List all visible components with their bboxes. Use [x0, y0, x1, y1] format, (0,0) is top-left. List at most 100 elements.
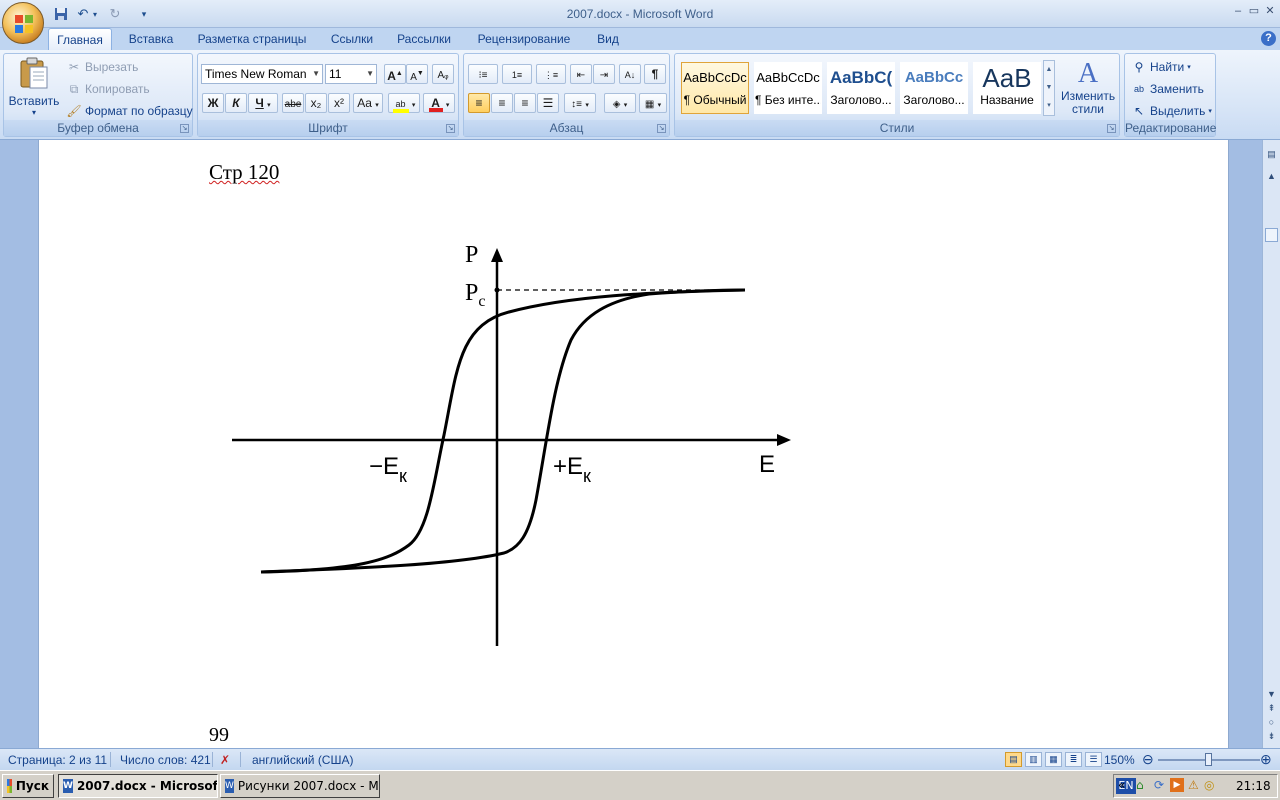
word-count-status[interactable]: Число слов: 421: [120, 753, 211, 767]
paintbrush-icon: 🖌: [66, 104, 82, 118]
font-name-combo[interactable]: Times New Roman ▼: [201, 64, 323, 84]
tab-page-layout[interactable]: Разметка страницы: [192, 28, 312, 50]
clipboard-launcher-icon[interactable]: ↘: [180, 124, 189, 133]
replace-label: Заменить: [1150, 82, 1204, 96]
font-launcher-icon[interactable]: ↘: [446, 124, 455, 133]
align-right-button[interactable]: ≡: [514, 93, 536, 113]
styles-gallery-scroll[interactable]: ▲ ▼ ▾: [1043, 60, 1055, 116]
cut-button[interactable]: ✂ Вырезать: [66, 59, 138, 75]
style-title[interactable]: AaB Название: [973, 62, 1041, 114]
paragraph-launcher-icon[interactable]: ↘: [657, 124, 666, 133]
subscript-button[interactable]: x₂: [305, 93, 327, 113]
paste-button[interactable]: Вставить ▾: [8, 56, 60, 118]
shading-button[interactable]: ◈ ▾: [604, 93, 636, 113]
system-tray: « ⌂ ⟳ ▶ ⚠ ◎ 21:18: [1113, 774, 1278, 798]
align-left-button[interactable]: ≡: [468, 93, 490, 113]
decrease-indent-button[interactable]: ⇤: [570, 64, 592, 84]
security-icon[interactable]: ⚠: [1188, 778, 1199, 792]
font-size-combo[interactable]: 11 ▼: [325, 64, 377, 84]
network-icon[interactable]: ⌂: [1136, 778, 1144, 792]
scroll-thumb[interactable]: [1265, 228, 1278, 242]
taskbar-item-word-2007[interactable]: W 2007.docx - Microsoft...: [58, 774, 218, 798]
strikethrough-button[interactable]: abe: [282, 93, 304, 113]
media-player-icon[interactable]: ▶: [1170, 778, 1184, 792]
styles-launcher-icon[interactable]: ↘: [1107, 124, 1116, 133]
replace-button[interactable]: ab Заменить: [1131, 81, 1204, 97]
format-painter-button[interactable]: 🖌 Формат по образцу: [66, 103, 192, 119]
style-heading-1[interactable]: AaBbC( Заголово...: [827, 62, 895, 114]
grow-font-button[interactable]: A▲: [384, 64, 406, 84]
find-button[interactable]: ⚲ Найти ▾: [1131, 59, 1191, 75]
style-heading-2[interactable]: AaBbCc Заголово...: [900, 62, 968, 114]
messenger-icon[interactable]: ◎: [1204, 778, 1214, 792]
style-normal[interactable]: AaBbCcDc ¶ Обычный: [681, 62, 749, 114]
zoom-slider-thumb[interactable]: [1205, 753, 1212, 766]
web-layout-icon[interactable]: ▦: [1045, 752, 1062, 767]
print-layout-view-icon[interactable]: ▤: [1005, 752, 1022, 767]
full-screen-reading-icon[interactable]: ▥: [1025, 752, 1042, 767]
multilevel-list-button[interactable]: ⋮≡: [536, 64, 566, 84]
highlight-button[interactable]: ab ▾: [388, 93, 420, 113]
align-center-button[interactable]: ≡: [491, 93, 513, 113]
borders-button[interactable]: ▦ ▾: [639, 93, 667, 113]
clock[interactable]: 21:18: [1236, 779, 1271, 793]
zoom-level[interactable]: 150%: [1104, 753, 1135, 767]
zoom-in-icon[interactable]: ⊕: [1260, 751, 1272, 768]
copy-button[interactable]: ⧉ Копировать: [66, 81, 150, 97]
copy-label: Копировать: [85, 82, 150, 96]
line-spacing-button[interactable]: ↕≡ ▾: [564, 93, 596, 113]
update-icon[interactable]: ⟳: [1154, 778, 1164, 792]
clear-formatting-button[interactable]: Aᵩ: [432, 64, 454, 84]
tab-review[interactable]: Рецензирование: [470, 28, 578, 50]
change-styles-button[interactable]: A Изменить стили: [1061, 58, 1115, 116]
tray-expand-icon[interactable]: «: [1118, 778, 1125, 792]
neg-ek-label: −Eк: [369, 453, 407, 486]
tab-home[interactable]: Главная: [48, 28, 112, 50]
browse-object-icon[interactable]: ○: [1265, 716, 1278, 729]
ruler-toggle-icon[interactable]: ▤: [1265, 148, 1278, 161]
italic-button[interactable]: К: [225, 93, 247, 113]
style-preview: AaBbCc: [904, 69, 964, 86]
tab-references[interactable]: Ссылки: [324, 28, 380, 50]
document-page[interactable]: Стр 120 P Pc E −Eк +Eк 99: [38, 140, 1229, 748]
increase-indent-button[interactable]: ⇥: [593, 64, 615, 84]
justify-button[interactable]: ☰: [537, 93, 559, 113]
taskbar-item-risunki[interactable]: W Рисунки 2007.docx - Mic...: [220, 774, 380, 798]
font-color-icon: A: [428, 97, 443, 112]
start-button[interactable]: Пуск: [2, 774, 54, 798]
style-name: Заголово...: [903, 93, 965, 107]
pc-label-main: P: [465, 280, 478, 306]
shrink-font-button[interactable]: A▼: [406, 64, 428, 84]
sort-button[interactable]: A↓: [619, 64, 641, 84]
show-marks-button[interactable]: ¶: [644, 64, 666, 84]
change-case-button[interactable]: Aa ▾: [353, 93, 383, 113]
select-button[interactable]: ↖ Выделить ▾: [1131, 103, 1212, 119]
style-no-spacing[interactable]: AaBbCcDc ¶ Без инте...: [754, 62, 822, 114]
draft-view-icon[interactable]: ☰: [1085, 752, 1102, 767]
superscript-icon: x²: [334, 96, 344, 110]
zoom-out-icon[interactable]: ⊖: [1142, 751, 1154, 768]
outline-view-icon[interactable]: ≣: [1065, 752, 1082, 767]
numbering-button[interactable]: 1≡: [502, 64, 532, 84]
underline-button[interactable]: Ч ▾: [248, 93, 278, 113]
language-status[interactable]: английский (США): [252, 753, 353, 767]
bullets-button[interactable]: ⁝≡: [468, 64, 498, 84]
scroll-down-icon[interactable]: ▼: [1265, 688, 1278, 701]
cut-label: Вырезать: [85, 60, 139, 74]
superscript-button[interactable]: x²: [328, 93, 350, 113]
help-icon[interactable]: ?: [1261, 31, 1276, 46]
next-page-icon[interactable]: ⇟: [1265, 730, 1278, 743]
tab-view[interactable]: Вид: [590, 28, 626, 50]
tab-mailings[interactable]: Рассылки: [392, 28, 456, 50]
bold-button[interactable]: Ж: [202, 93, 224, 113]
office-button[interactable]: [2, 2, 44, 44]
page-number: 99: [209, 724, 229, 746]
prev-page-icon[interactable]: ⇞: [1265, 702, 1278, 715]
proofing-icon[interactable]: ✗: [220, 753, 230, 767]
close-button[interactable]: ✕: [1259, 3, 1280, 19]
font-color-button[interactable]: A ▾: [423, 93, 455, 113]
vertical-scrollbar[interactable]: ▤ ▲ ▼ ⇞ ○ ⇟: [1262, 140, 1280, 748]
tab-insert[interactable]: Вставка: [122, 28, 180, 50]
scroll-up-icon[interactable]: ▲: [1265, 170, 1278, 183]
page-count-status[interactable]: Страница: 2 из 11: [8, 753, 107, 767]
